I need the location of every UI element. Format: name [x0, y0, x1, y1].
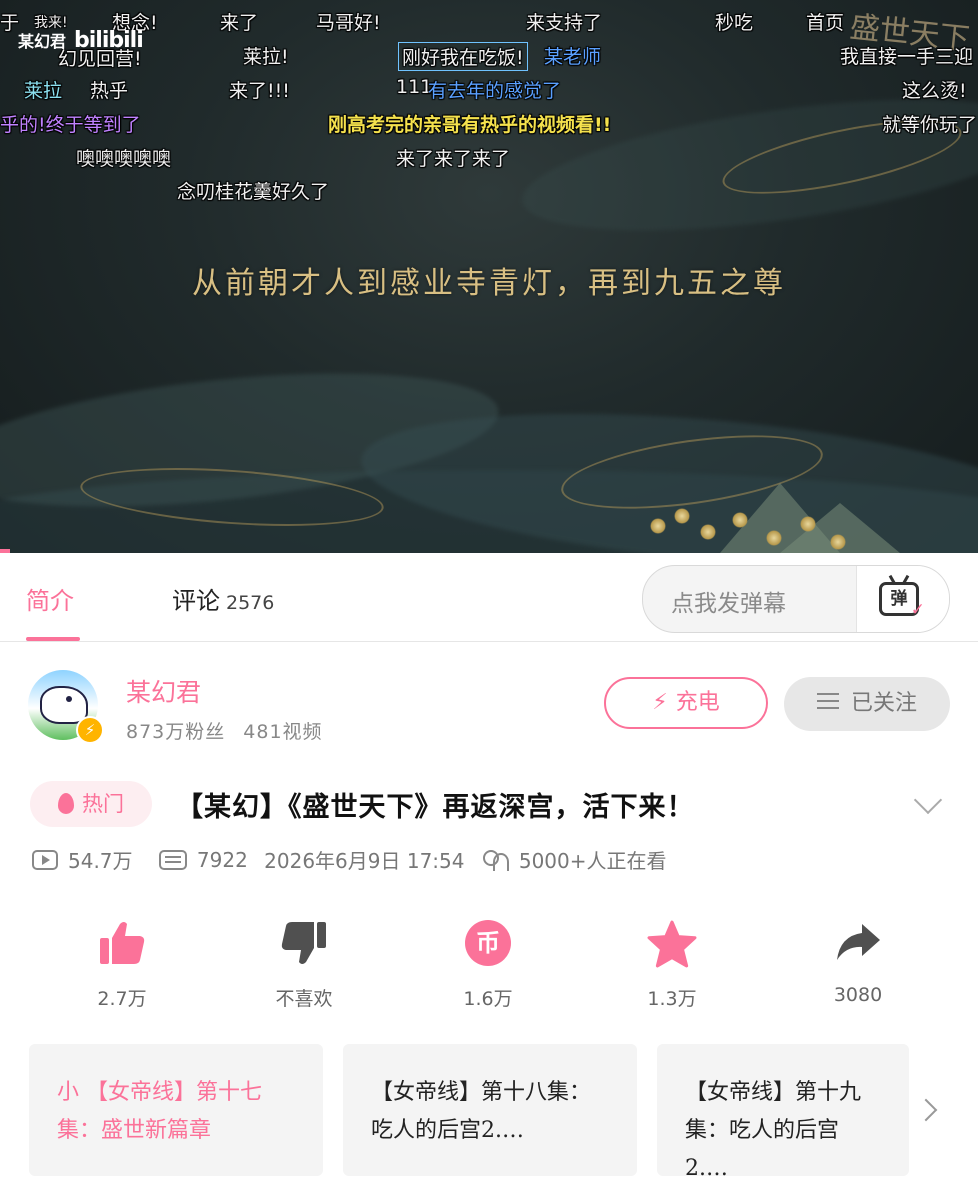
danmaku-count-icon: [158, 849, 187, 870]
danmaku-comment: 秒吃: [715, 12, 754, 34]
view-count: 54.7万: [68, 849, 133, 873]
dislike-label: 不喜欢: [275, 988, 333, 1010]
tab-comments[interactable]: 评论 2576: [172, 581, 274, 616]
coin-button[interactable]: 币 1.6万: [428, 920, 548, 1011]
bilibili-logo: bilibili: [74, 28, 144, 53]
danmaku-placeholder: 点我发弹幕: [671, 591, 786, 617]
danmaku-comment: 莱拉!: [243, 46, 289, 68]
danmaku-comment: 噢噢噢噢噢: [76, 148, 172, 170]
episode-title: 小 【女帝线】第十七集：盛世新篇章: [57, 1080, 263, 1143]
flame-icon: [58, 792, 74, 814]
coin-count: 1.6万: [463, 988, 513, 1010]
danmaku-comment: 热乎: [90, 80, 129, 102]
hot-badge[interactable]: 热门: [30, 781, 152, 827]
verified-badge-icon: ⚡: [76, 716, 104, 744]
menu-icon: [816, 688, 839, 714]
danmaku-comment: 莱拉: [24, 80, 63, 102]
tab-comments-label: 评论: [172, 587, 220, 615]
favorite-button[interactable]: 1.3万: [612, 920, 732, 1011]
share-button[interactable]: 3080: [798, 920, 918, 1006]
danmaku-count: 7922: [196, 847, 248, 872]
danmaku-comment: 马哥好!: [316, 12, 381, 34]
chevron-right-icon[interactable]: [914, 1098, 938, 1122]
watching-count: 5000+人正在看: [518, 849, 667, 873]
episode-card[interactable]: 【女帝线】第十八集：吃人的后宫2.…: [343, 1044, 637, 1176]
danmaku-comment: 乎的!终于等到了: [0, 114, 141, 136]
episode-title: 【女帝线】第十九集：吃人的后宫2.…: [685, 1080, 862, 1176]
danmaku-comment: 来支持了: [526, 12, 603, 34]
charge-button[interactable]: ⚡ 充电: [604, 677, 768, 729]
danmaku-toggle-button[interactable]: 弹 ✓: [856, 566, 949, 632]
chevron-down-icon[interactable]: [913, 785, 943, 815]
dislike-button[interactable]: 不喜欢: [244, 920, 364, 1011]
danmaku-comment: 我直接一手三迎: [840, 46, 974, 68]
comments-count: 2576: [226, 592, 275, 614]
episode-card[interactable]: 【女帝线】第十九集：吃人的后宫2.…: [657, 1044, 909, 1176]
uploader-name[interactable]: 某幻君: [126, 673, 201, 709]
lightning-icon: ⚡: [652, 690, 668, 715]
tab-active-indicator: [26, 637, 80, 641]
danmaku-input[interactable]: 点我发弹幕 弹 ✓: [642, 565, 950, 633]
episode-title: 【女帝线】第十八集：吃人的后宫2.…: [371, 1080, 592, 1143]
video-player[interactable]: 盛世天下 于我来! 想念! 来了 马哥好! 来支持了 秒吃 首页 幻见回营! 莱拉! 刚好我在吃饭…: [0, 0, 978, 553]
danmaku-comment: 来了!!!: [229, 80, 290, 102]
share-count: 3080: [833, 984, 883, 1006]
danmaku-comment: 于: [0, 12, 20, 34]
follow-button[interactable]: 已关注: [784, 677, 950, 731]
video-title: 【某幻】《盛世天下》再返深宫，活下来！: [176, 792, 695, 823]
favorite-count: 1.3万: [647, 988, 697, 1010]
danmaku-comment: 首页: [806, 12, 845, 34]
uploader-watermark: 某幻君 bilibili: [18, 28, 144, 53]
danmaku-comment: 111: [396, 76, 433, 98]
danmaku-comment: 刚高考完的亲哥有热乎的视频看!!: [328, 114, 612, 136]
uploader-stats: 873万粉丝 481视频: [126, 717, 323, 744]
danmaku-comment: 这么烫!: [902, 80, 967, 102]
like-button[interactable]: 2.7万: [62, 920, 182, 1011]
follower-count: 873万粉丝: [126, 721, 226, 743]
danmaku-comment: 来了: [220, 12, 259, 34]
danmaku-comment: 念叨桂花羹好久了: [177, 181, 330, 203]
danmaku-comment: 就等你玩了: [882, 114, 978, 136]
video-subtitle: 从前朝才人到感业寺青灯，再到九五之尊: [192, 266, 786, 301]
danmaku-tv-icon: 弹 ✓: [879, 582, 925, 619]
tab-bar: 简介 评论 2576 点我发弹幕 弹 ✓: [0, 553, 978, 642]
danmaku-comment: 刚好我在吃饭!: [398, 42, 528, 71]
publish-date: 2026年6月9日 17:54: [264, 849, 465, 873]
video-count: 481视频: [243, 721, 323, 743]
play-count-icon: [32, 849, 58, 870]
danmaku-comment: 来了来了来了: [396, 148, 511, 170]
danmaku-comment: 有去年的感觉了: [428, 80, 562, 102]
tab-intro[interactable]: 简介: [26, 581, 74, 616]
gold-flowers-decoration: [640, 500, 860, 553]
share-arrow-icon: [837, 924, 880, 960]
thumbs-up-icon: [100, 922, 145, 964]
video-meta: 54.7万 7922 2026年6月9日 17:54 5000+人正在看: [32, 845, 677, 874]
thumbs-down-icon: [281, 922, 326, 964]
danmaku-comment: 某老师: [544, 46, 602, 68]
watching-icon: [481, 849, 509, 871]
coin-icon: 币: [465, 920, 511, 966]
like-count: 2.7万: [97, 988, 147, 1010]
episode-card[interactable]: 小 【女帝线】第十七集：盛世新篇章: [29, 1044, 323, 1176]
star-icon: [647, 920, 697, 968]
